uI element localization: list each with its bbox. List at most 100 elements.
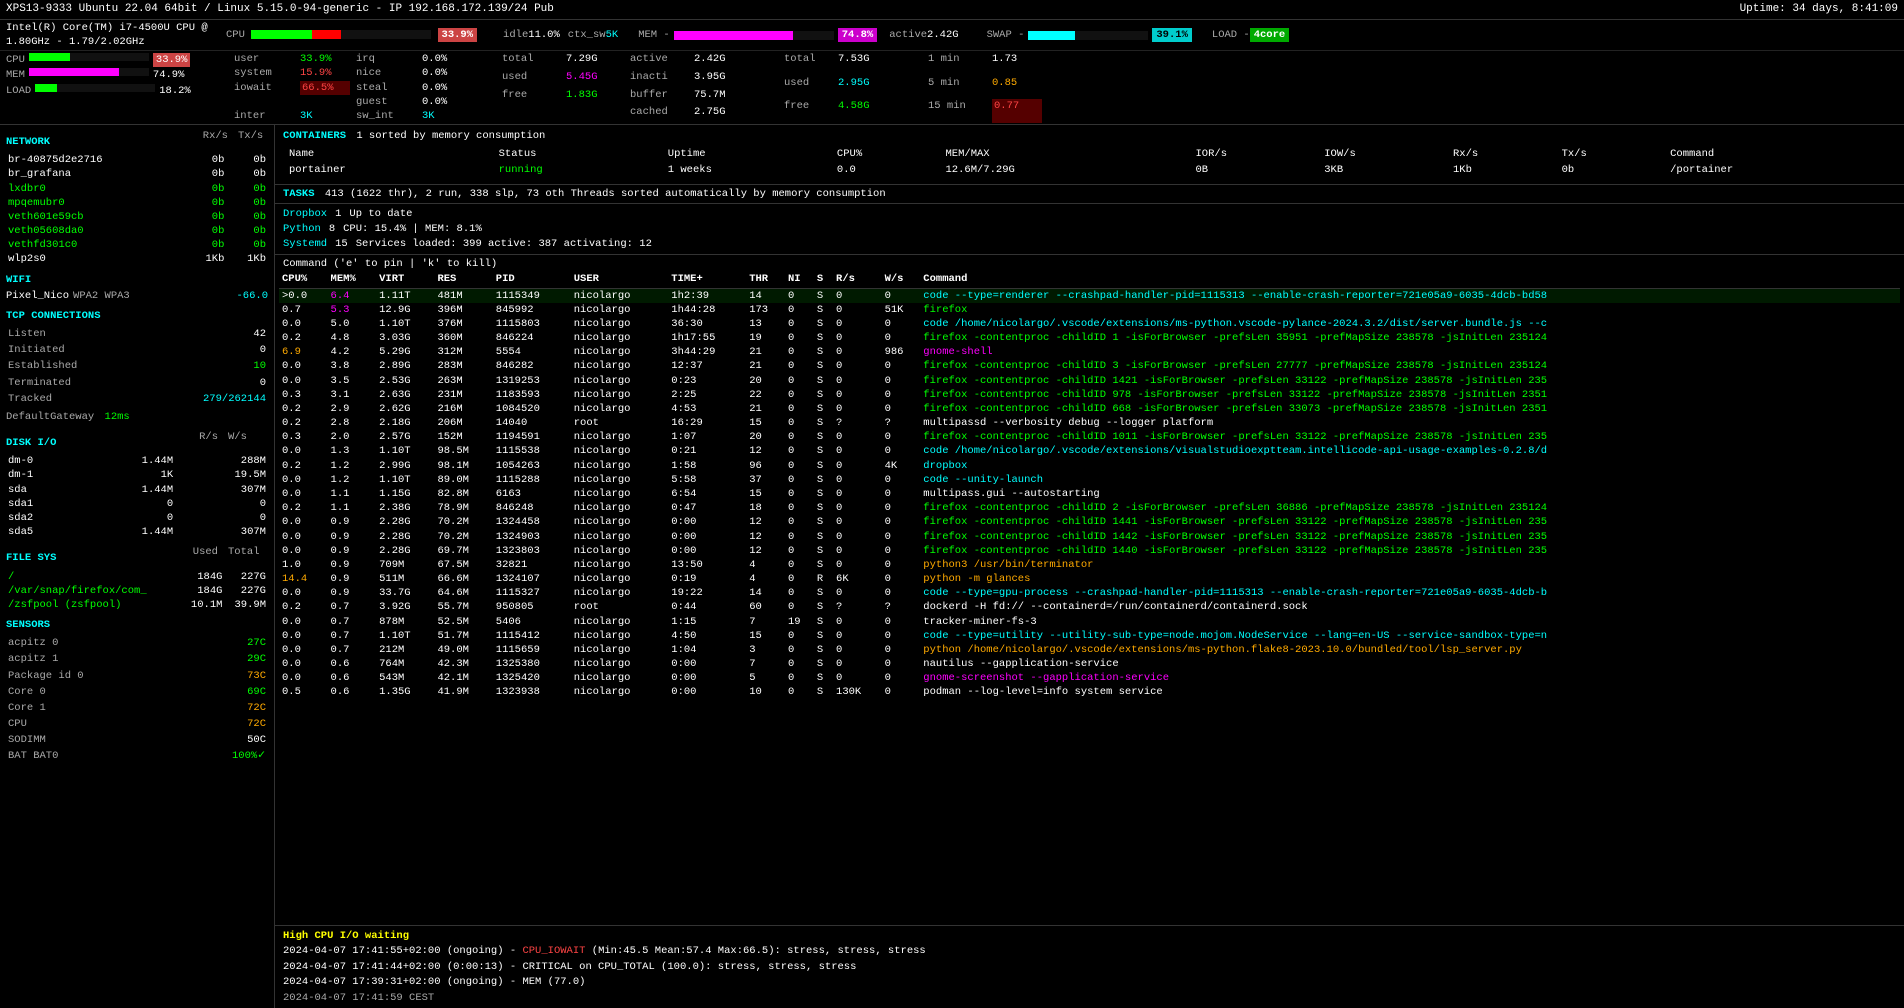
proc-thr: 15 [746, 629, 785, 643]
proc-rs: 0 [833, 345, 882, 359]
process-table-wrap[interactable]: CPU% MEM% VIRT RES PID USER TIME+ THR NI… [275, 271, 1904, 925]
sensor-name: CPU [8, 717, 185, 731]
proc-time: 4:53 [668, 402, 746, 416]
fs-used: 184G [181, 584, 225, 598]
table-row[interactable]: 14.4 0.9 511M 66.6M 1324107 nicolargo 0:… [279, 572, 1900, 586]
proc-ws: 0 [882, 430, 921, 444]
proc-ni: 0 [785, 572, 814, 586]
th-res: RES [434, 271, 492, 288]
table-row[interactable]: 6.9 4.2 5.29G 312M 5554 nicolargo 3h44:2… [279, 345, 1900, 359]
table-row[interactable]: 0.2 2.8 2.18G 206M 14040 root 16:29 15 0… [279, 416, 1900, 430]
table-row[interactable]: 0.0 5.0 1.10T 376M 1115803 nicolargo 36:… [279, 317, 1900, 331]
disk-r: 1.44M [82, 525, 175, 539]
mem-free-val: 1.83G [566, 88, 626, 106]
table-row[interactable]: 0.2 2.9 2.62G 216M 1084520 nicolargo 4:5… [279, 402, 1900, 416]
table-row[interactable]: 0.0 0.9 33.7G 64.6M 1115327 nicolargo 19… [279, 586, 1900, 600]
proc-s: S [814, 345, 833, 359]
table-row[interactable]: 0.0 0.9 2.28G 70.2M 1324903 nicolargo 0:… [279, 530, 1900, 544]
proc-cmd: multipassd --verbosity debug --logger pl… [920, 416, 1900, 430]
table-row[interactable]: 1.0 0.9 709M 67.5M 32821 nicolargo 13:50… [279, 558, 1900, 572]
proc-cmd: firefox -contentproc -childID 978 -isFor… [920, 388, 1900, 402]
mem-cached-val: 2.75G [694, 105, 754, 123]
ctx-sw-label: ctx_sw [568, 28, 606, 42]
table-row[interactable]: 0.0 0.6 764M 42.3M 1325380 nicolargo 0:0… [279, 657, 1900, 671]
table-row[interactable]: 0.0 1.3 1.10T 98.5M 1115538 nicolargo 0:… [279, 444, 1900, 458]
proc-user: nicolargo [571, 345, 669, 359]
disk-w: 307M [175, 483, 268, 497]
table-row[interactable]: 0.5 0.6 1.35G 41.9M 1323938 nicolargo 0:… [279, 685, 1900, 699]
process-table: CPU% MEM% VIRT RES PID USER TIME+ THR NI… [279, 271, 1900, 699]
proc-cmd: podman --log-level=info system service [920, 685, 1900, 699]
proc-s: S [814, 402, 833, 416]
cont-iow: 3KB [1320, 163, 1447, 177]
table-row[interactable]: 0.2 4.8 3.03G 360M 846224 nicolargo 1h17… [279, 331, 1900, 345]
table-row[interactable]: 0.0 1.2 1.10T 89.0M 1115288 nicolargo 5:… [279, 473, 1900, 487]
alert-text: 2024-04-07 17:41:44+02:00 (0:00:13) - CR… [283, 961, 856, 973]
sensor-name: Package id 0 [8, 669, 185, 683]
proc-res: 49.0M [434, 643, 492, 657]
fs-row: /184G227G [6, 570, 268, 584]
proc-cmd: code /home/nicolargo/.vscode/extensions/… [920, 317, 1900, 331]
containers-section: CONTAINERS 1 sorted by memory consumptio… [275, 125, 1904, 185]
proc-mem: 6.4 [328, 288, 377, 303]
proc-s: S [814, 317, 833, 331]
cont-name: portainer [285, 163, 493, 177]
proc-virt: 1.35G [376, 685, 434, 699]
proc-thr: 14 [746, 586, 785, 600]
wifi-security: WPA2 WPA3 [73, 289, 130, 303]
table-row[interactable]: 0.3 2.0 2.57G 152M 1194591 nicolargo 1:0… [279, 430, 1900, 444]
table-row[interactable]: 0.0 3.8 2.89G 283M 846282 nicolargo 12:3… [279, 359, 1900, 373]
mem-bar-track [674, 31, 834, 40]
disk-table: dm-01.44M288Mdm-11K19.5Msda1.44M307Msda1… [6, 454, 268, 539]
proc-s: S [814, 657, 833, 671]
table-row[interactable]: 0.3 3.1 2.63G 231M 1183593 nicolargo 2:2… [279, 388, 1900, 402]
proc-s: S [814, 685, 833, 699]
table-row[interactable]: 0.0 0.6 543M 42.1M 1325420 nicolargo 0:0… [279, 671, 1900, 685]
table-row[interactable]: 0.0 1.1 1.15G 82.8M 6163 nicolargo 6:54 … [279, 487, 1900, 501]
proc-s: S [814, 288, 833, 303]
table-row[interactable]: 0.2 1.2 2.99G 98.1M 1054263 nicolargo 1:… [279, 459, 1900, 473]
table-row[interactable]: 0.0 0.9 2.28G 70.2M 1324458 nicolargo 0:… [279, 515, 1900, 529]
table-row[interactable]: 0.7 5.3 12.9G 396M 845992 nicolargo 1h44… [279, 303, 1900, 317]
proc-s: S [814, 544, 833, 558]
proc-thr: 21 [746, 402, 785, 416]
cpu-mini-bars: CPU 33.9% [6, 53, 226, 67]
fs-name: /zsfpool (zsfpool) [6, 598, 181, 612]
fs-row: /zsfpool (zsfpool)10.1M39.9M [6, 598, 268, 612]
proc-user: nicolargo [571, 558, 669, 572]
th-user: USER [571, 271, 669, 288]
proc-rs: 0 [833, 515, 882, 529]
proc-ni: 19 [785, 615, 814, 629]
sensor-val: 69C [187, 685, 266, 699]
proc-time: 1:15 [668, 615, 746, 629]
proc-mem: 0.7 [328, 629, 377, 643]
proc-cmd: dropbox [920, 459, 1900, 473]
table-row[interactable]: 0.2 1.1 2.38G 78.9M 846248 nicolargo 0:4… [279, 501, 1900, 515]
table-row[interactable]: 0.2 0.7 3.92G 55.7M 950805 root 0:44 60 … [279, 600, 1900, 614]
table-row[interactable]: >0.0 6.4 1.11T 481M 1115349 nicolargo 1h… [279, 288, 1900, 303]
disk-title: DISK I/O [6, 436, 56, 450]
proc-res: 216M [434, 402, 492, 416]
net-tx: 0b [226, 210, 268, 224]
proc-time: 0:00 [668, 530, 746, 544]
net-row: veth601e59cb0b0b [6, 210, 268, 224]
table-row[interactable]: 0.0 0.7 212M 49.0M 1115659 nicolargo 1:0… [279, 643, 1900, 657]
table-row[interactable]: 0.0 3.5 2.53G 263M 1319253 nicolargo 0:2… [279, 374, 1900, 388]
table-row[interactable]: 0.0 0.9 2.28G 69.7M 1323803 nicolargo 0:… [279, 544, 1900, 558]
proc-ws: 0 [882, 629, 921, 643]
proc-rs: 0 [833, 487, 882, 501]
proc-user: nicolargo [571, 402, 669, 416]
proc-thr: 4 [746, 572, 785, 586]
table-row[interactable]: 0.0 0.7 878M 52.5M 5406 nicolargo 1:15 7… [279, 615, 1900, 629]
proc-ws: 0 [882, 487, 921, 501]
proc-virt: 2.38G [376, 501, 434, 515]
proc-s: S [814, 303, 833, 317]
proc-virt: 1.11T [376, 288, 434, 303]
fs-used: 10.1M [181, 598, 225, 612]
system-lbl: system [234, 66, 294, 80]
proc-time: 5:58 [668, 473, 746, 487]
fs-used: 184G [181, 570, 225, 584]
table-row[interactable]: 0.0 0.7 1.10T 51.7M 1115412 nicolargo 4:… [279, 629, 1900, 643]
proc-cpu: 0.2 [279, 501, 328, 515]
uptime: Uptime: 34 days, 8:41:09 [1740, 2, 1898, 17]
